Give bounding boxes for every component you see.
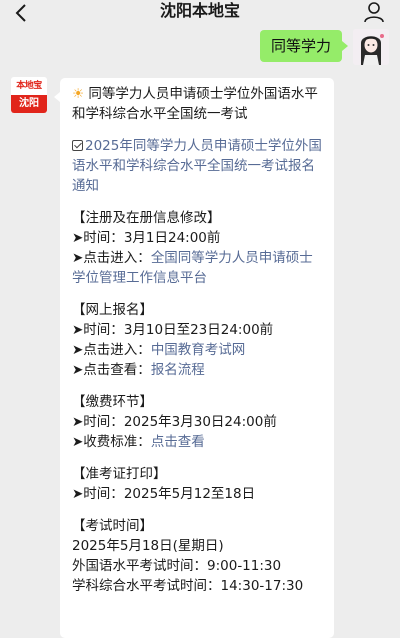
register-heading: 【注册及在册信息修改】 [72, 210, 221, 226]
fee-link[interactable]: 点击查看 [151, 434, 205, 450]
register-time: ➤时间：3月1日24:00前 [72, 230, 221, 246]
payment-fee: ➤收费标准：点击查看 [72, 434, 205, 450]
online-view: ➤点击查看：报名流程 [72, 362, 205, 378]
online-heading: 【网上报名】 [72, 302, 153, 318]
admit-heading: 【准考证打印】 [72, 466, 167, 482]
notice-line: 2025年同等学力人员申请硕士学位外国语水平和学科综合水平全国统一考试报名通知 [72, 136, 324, 196]
outgoing-message[interactable]: 同等学力 [259, 30, 349, 62]
chat-title: 沈阳本地宝 [159, 1, 240, 20]
navigation-bar: 沈阳本地宝 [0, 0, 400, 26]
avatar-city-text: 沈阳 [11, 95, 47, 113]
admit-time: ➤时间：2025年5月12至18日 [72, 486, 256, 502]
online-enter: ➤点击进入：中国教育考试网 [72, 342, 246, 358]
exam-heading: 【考试时间】 [72, 518, 153, 534]
process-link[interactable]: 报名流程 [151, 362, 205, 378]
payment-time: ➤时间：2025年3月30日24:00前 [72, 414, 277, 430]
anime-girl-avatar-image [353, 29, 389, 65]
checkbox-icon [72, 140, 83, 151]
profile-button[interactable] [362, 0, 386, 24]
incoming-message: ☀ 同等学力人员申请硕士学位外国语水平和学科综合水平全国统一考试 2025年同等… [54, 78, 334, 638]
subject-exam-time: 学科综合水平考试时间：14:30-17:30 [72, 578, 304, 594]
notice-link[interactable]: 2025年同等学力人员申请硕士学位外国语水平和学科综合水平全国统一考试报名通知 [72, 138, 322, 194]
official-account-avatar[interactable]: 本地宝 沈阳 [11, 77, 47, 113]
online-time: ➤时间：3月10日至23日24:00前 [72, 322, 274, 338]
sun-icon: ☀ [72, 86, 85, 102]
user-avatar[interactable] [353, 29, 389, 65]
exam-date: 2025年5月18日(星期日) [72, 538, 224, 554]
person-icon [364, 2, 384, 23]
payment-heading: 【缴费环节】 [72, 394, 153, 410]
exam-site-link[interactable]: 中国教育考试网 [151, 342, 246, 358]
foreign-exam-time: 外国语水平考试时间：9:00-11:30 [72, 558, 282, 574]
register-enter: ➤点击进入：全国同等学力人员申请硕士学位管理工作信息平台 [72, 250, 313, 286]
avatar-brand-text: 本地宝 [11, 77, 47, 95]
headline: ☀ 同等学力人员申请硕士学位外国语水平和学科综合水平全国统一考试 [72, 86, 318, 122]
